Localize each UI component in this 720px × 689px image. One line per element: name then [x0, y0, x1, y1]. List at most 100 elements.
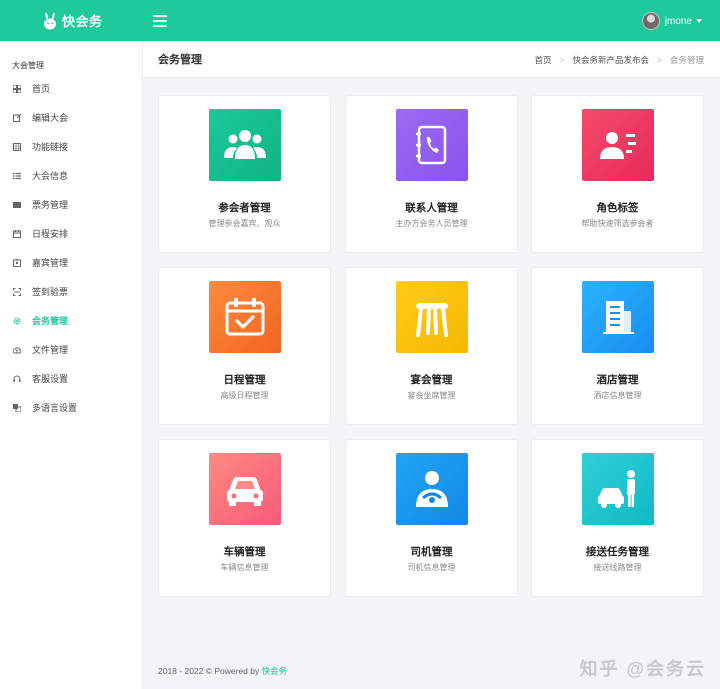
module-icon-tile	[208, 281, 281, 353]
module-card[interactable]: 车辆管理车辆信息管理	[158, 439, 331, 597]
module-title: 车辆管理	[223, 546, 266, 558]
calendar-check-icon	[225, 298, 264, 336]
stool-icon	[415, 303, 448, 337]
sidebar-item-label: 嘉宾管理	[32, 258, 69, 268]
module-title: 参会者管理	[218, 202, 271, 214]
sidebar-item[interactable]: 签到验票	[0, 277, 142, 306]
language-icon	[13, 403, 21, 412]
sidebar-item[interactable]: 编辑大会	[0, 103, 142, 132]
list-icon	[13, 172, 21, 179]
module-card[interactable]: 司机管理司机信息管理	[345, 439, 518, 597]
module-subtitle: 酒店信息管理	[593, 391, 642, 400]
sidebar-item[interactable]: 大会信息	[0, 161, 142, 190]
dashboard-icon	[13, 84, 21, 93]
breadcrumb-separator: >	[559, 55, 565, 65]
users-icon	[223, 130, 266, 159]
module-subtitle: 司机信息管理	[407, 563, 456, 572]
module-icon-tile	[581, 109, 654, 181]
sidebar-section-title: 大会管理	[12, 61, 44, 70]
module-subtitle: 帮助快速筛选参会者	[581, 219, 654, 228]
module-card[interactable]: 角色标签帮助快速筛选参会者	[531, 95, 704, 253]
sidebar-item-label: 日程安排	[32, 229, 69, 239]
module-card[interactable]: 宴会管理宴会坐席管理	[345, 267, 518, 425]
grid-icon	[13, 142, 21, 151]
breadcrumb-separator: >	[657, 55, 662, 65]
driver-icon	[415, 471, 448, 507]
module-title: 接送任务管理	[586, 546, 649, 558]
footer-brand-link[interactable]: 快会务	[262, 666, 288, 676]
sidebar-item-label: 大会信息	[32, 171, 69, 181]
watermark: 知乎 @会务云	[579, 659, 706, 679]
sidebar-item-label: 票务管理	[32, 200, 69, 210]
content-header: 会务管理 首页 > 快会务新产品发布会 > 会务管理	[143, 41, 720, 78]
gear-icon	[13, 317, 21, 324]
module-title: 宴会管理	[410, 374, 453, 386]
module-subtitle: 高级日程管理	[220, 391, 269, 400]
rabbit-logo-icon	[44, 11, 56, 29]
app-logo[interactable]: 快会务	[0, 11, 143, 30]
user-menu[interactable]: jmone	[641, 12, 702, 30]
sidebar-item[interactable]: 票务管理	[0, 190, 142, 219]
module-card[interactable]: 联系人管理主办方会务人员管理	[345, 95, 518, 253]
module-subtitle: 宴会坐席管理	[407, 391, 456, 400]
sidebar-item-label: 会务管理	[32, 316, 69, 326]
sidebar: 大会管理 首页编辑大会功能链接大会信息票务管理日程安排嘉宾管理签到验票会务管理文…	[0, 41, 143, 689]
car-icon	[226, 477, 263, 506]
sidebar-item-label: 多语言设置	[32, 403, 78, 413]
sidebar-item-label: 文件管理	[32, 345, 69, 355]
breadcrumb-current: 会务管理	[669, 55, 704, 65]
module-card[interactable]: 日程管理高级日程管理	[158, 267, 331, 425]
module-subtitle: 接送线路管理	[593, 563, 642, 572]
footer-text: 2018 - 2022 © Powered by	[158, 666, 262, 676]
module-icon-tile	[395, 281, 468, 353]
sidebar-item[interactable]: 文件管理	[0, 335, 142, 364]
module-subtitle: 管理参会嘉宾、观众	[208, 219, 281, 228]
module-subtitle: 主办方会务人员管理	[395, 219, 468, 228]
badge-icon	[13, 258, 21, 267]
module-title: 联系人管理	[405, 202, 458, 214]
module-icon-tile	[395, 453, 468, 525]
module-icon-tile	[581, 453, 654, 525]
module-title: 日程管理	[223, 374, 266, 386]
scan-icon	[13, 287, 21, 296]
cloud-icon	[13, 346, 21, 353]
module-title: 角色标签	[596, 202, 639, 214]
sidebar-item-label: 首页	[32, 84, 51, 94]
headset-icon	[13, 375, 21, 382]
sidebar-item-label: 签到验票	[32, 287, 69, 297]
page-title: 会务管理	[158, 54, 202, 66]
sidebar-item-label: 功能链接	[32, 142, 69, 152]
breadcrumb-home[interactable]: 首页	[535, 54, 552, 66]
module-title: 司机管理	[410, 546, 453, 558]
ticket-icon	[13, 201, 21, 208]
footer: 2018 - 2022 © Powered by 快会务	[158, 665, 287, 677]
sidebar-item[interactable]: 客服设置	[0, 364, 142, 393]
avatar	[641, 12, 660, 30]
module-card[interactable]: 参会者管理管理参会嘉宾、观众	[158, 95, 331, 253]
sidebar-item[interactable]: 会务管理	[0, 306, 142, 335]
module-card[interactable]: 接送任务管理 接送线路管理	[531, 439, 704, 597]
module-title: 酒店管理	[596, 374, 639, 386]
top-navbar: 快会务 jmone	[0, 0, 720, 41]
module-icon-tile	[581, 281, 654, 353]
sidebar-item[interactable]: 嘉宾管理	[0, 248, 142, 277]
module-icon-tile	[395, 109, 468, 181]
sidebar-item[interactable]: 日程安排	[0, 219, 142, 248]
sidebar-item-label: 客服设置	[32, 374, 69, 384]
id-card-icon	[599, 132, 636, 159]
module-card[interactable]: 酒店管理酒店信息管理	[531, 267, 704, 425]
module-icon-tile	[208, 453, 281, 525]
breadcrumb-event[interactable]: 快会务新产品发布会	[573, 54, 650, 66]
hamburger-menu-icon[interactable]	[153, 14, 167, 27]
calendar-icon	[13, 229, 21, 238]
building-icon	[602, 301, 634, 334]
chevron-down-icon	[696, 19, 702, 23]
module-icon-tile	[208, 109, 281, 181]
phonebook-icon	[415, 125, 446, 165]
sidebar-item[interactable]: 多语言设置	[0, 393, 142, 422]
breadcrumb: 首页 > 快会务新产品发布会 > 会务管理	[535, 54, 704, 66]
sidebar-item[interactable]: 功能链接	[0, 132, 142, 161]
app-name: 快会务	[62, 14, 103, 29]
module-subtitle: 车辆信息管理	[220, 563, 269, 572]
sidebar-item[interactable]: 首页	[0, 74, 142, 103]
